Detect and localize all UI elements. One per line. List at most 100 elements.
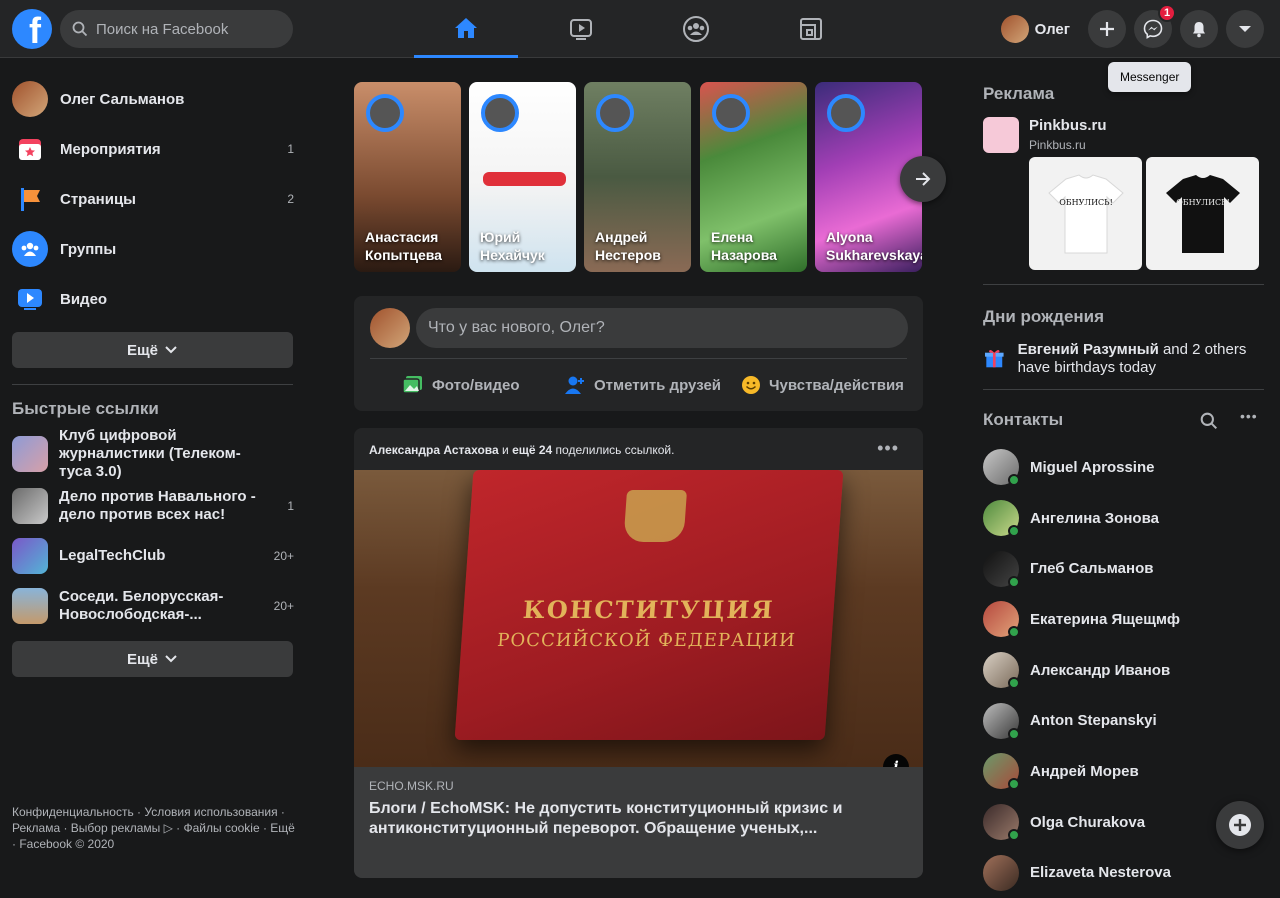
quick-link-item[interactable]: Соседи. Белорусская-Новослободская-... 2…	[12, 581, 294, 631]
shirt-print: ОБНУЛИСЬ!	[1059, 198, 1113, 207]
constitution-book: КОНСТИТУЦИЯ РОССИЙСКОЙ ФЕДЕРАЦИИ	[455, 470, 844, 740]
account-menu-button[interactable]	[1226, 10, 1264, 48]
right-sidebar: Реклама Pinkbus.ru Pinkbus.ru ОБНУЛИСЬ! …	[983, 58, 1264, 862]
sidebar-item-profile[interactable]: Олег Сальманов	[12, 74, 294, 124]
search-input[interactable]	[96, 21, 276, 38]
sidebar-item-pages[interactable]: Страницы 2	[12, 174, 294, 224]
top-bar: f Олег 1	[0, 0, 1280, 58]
tab-watch[interactable]	[529, 0, 633, 58]
story-card[interactable]: Андрей Нестеров	[584, 82, 691, 272]
search-box[interactable]	[60, 10, 293, 48]
post-composer: Что у вас нового, Олег? Фото/видео Отмет…	[354, 296, 923, 411]
post-actor[interactable]: Александра Астахова	[369, 443, 499, 457]
story-card[interactable]: Елена Назарова	[700, 82, 807, 272]
story-card[interactable]: Анастасия Копытцева	[354, 82, 461, 272]
contacts-title: Контакты	[983, 410, 1264, 430]
quick-link-count: 1	[287, 499, 294, 513]
quick-link-item[interactable]: Дело против Навального - дело против все…	[12, 481, 294, 531]
create-button[interactable]	[1088, 10, 1126, 48]
story-card[interactable]: Юрий Нехайчук	[469, 82, 576, 272]
contact-name: Глеб Сальманов	[1030, 560, 1153, 577]
group-thumbnail	[12, 538, 48, 574]
contact-item[interactable]: Anton Stepanskyi	[983, 695, 1264, 746]
more-options-icon[interactable]: •••	[877, 438, 899, 459]
messenger-button[interactable]: 1	[1134, 10, 1172, 48]
info-icon[interactable]: i	[883, 754, 909, 767]
plus-circle-icon	[1227, 812, 1253, 838]
post-others[interactable]: ещё 24	[512, 443, 552, 457]
sidebar-item-events[interactable]: Мероприятия 1	[12, 124, 294, 174]
notifications-button[interactable]	[1180, 10, 1218, 48]
ad-image-white-shirt[interactable]: ОБНУЛИСЬ!	[1029, 157, 1142, 270]
footer-links[interactable]: Конфиденциальность · Условия использован…	[12, 804, 297, 852]
groups-tab-icon	[682, 15, 710, 43]
more-options-icon[interactable]: •••	[1240, 408, 1258, 424]
story-name: Анастасия Копытцева	[365, 228, 455, 264]
story-avatar	[366, 94, 404, 132]
story-avatar	[596, 94, 634, 132]
composer-input[interactable]: Что у вас нового, Олег?	[416, 308, 908, 348]
tab-groups[interactable]	[644, 0, 748, 58]
ad-domain: Pinkbus.ru	[1029, 138, 1259, 152]
stories-next-button[interactable]	[900, 156, 946, 202]
link-domain: ECHO.MSK.RU	[369, 779, 908, 793]
book-subtitle: РОССИЙСКОЙ ФЕДЕРАЦИИ	[461, 630, 832, 651]
sidebar-item-label: Видео	[60, 291, 107, 308]
contact-item[interactable]: Александр Иванов	[983, 645, 1264, 696]
post-action-text: поделились ссылкой.	[552, 443, 674, 457]
quick-link-item[interactable]: Клуб цифровой журналистики (Телеком-туса…	[12, 427, 294, 481]
profile-chip[interactable]: Олег	[997, 11, 1080, 47]
avatar	[983, 601, 1019, 637]
tab-home[interactable]	[414, 0, 518, 58]
new-message-button[interactable]	[1216, 801, 1264, 849]
quick-link-label: LegalTechClub	[59, 547, 259, 565]
feed-post: Александра Астахова и ещё 24 поделились …	[354, 428, 923, 878]
contact-item[interactable]: Elizaveta Nesterova	[983, 848, 1264, 898]
quick-link-item[interactable]: LegalTechClub 20+	[12, 531, 294, 581]
quick-link-count: 20+	[274, 599, 294, 613]
contact-item[interactable]: Глеб Сальманов	[983, 543, 1264, 594]
facebook-logo-icon[interactable]: f	[12, 9, 52, 49]
contact-item[interactable]: Екатерина Ящещмф	[983, 594, 1264, 645]
tag-friends-button[interactable]: Отметить друзей	[564, 370, 721, 400]
search-icon[interactable]	[1200, 412, 1218, 430]
post-link-image[interactable]: КОНСТИТУЦИЯ РОССИЙСКОЙ ФЕДЕРАЦИИ i	[354, 470, 923, 767]
book-title: КОНСТИТУЦИЯ	[463, 595, 835, 624]
quick-link-label: Соседи. Белорусская-Новослободская-...	[59, 588, 259, 624]
more-button[interactable]: Ещё	[12, 332, 293, 368]
ad-image-black-shirt[interactable]: ОБНУЛИСЬ!	[1146, 157, 1259, 270]
contact-item[interactable]: Miguel Aprossine	[983, 442, 1264, 493]
contact-name: Elizaveta Nesterova	[1030, 864, 1171, 881]
quick-link-label: Дело против Навального - дело против все…	[59, 488, 259, 524]
feeling-activity-button[interactable]: Чувства/действия	[741, 370, 904, 400]
avatar	[983, 652, 1019, 688]
tab-gaming[interactable]	[759, 0, 863, 58]
more-label: Ещё	[127, 651, 158, 668]
notification-badge: 1	[1158, 4, 1176, 22]
gaming-icon	[798, 16, 824, 42]
chevron-down-icon	[164, 345, 178, 355]
sidebar-item-video[interactable]: Видео	[12, 274, 294, 324]
photo-video-button[interactable]: Фото/видео	[402, 370, 520, 400]
quick-links-more-button[interactable]: Ещё	[12, 641, 293, 677]
contact-name: Anton Stepanskyi	[1030, 712, 1157, 729]
photo-icon	[402, 375, 424, 395]
news-feed: Анастасия Копытцева Юрий Нехайчук Андрей…	[354, 58, 923, 862]
video-icon	[12, 281, 48, 317]
tag-friends-icon	[564, 375, 586, 395]
sidebar-item-groups[interactable]: Группы	[12, 224, 294, 274]
sponsored-ad[interactable]: Pinkbus.ru Pinkbus.ru ОБНУЛИСЬ! ОБНУЛИСЬ…	[983, 117, 1264, 270]
bell-icon	[1190, 20, 1208, 38]
gift-icon	[983, 341, 1006, 375]
chevron-down-icon	[164, 654, 178, 664]
online-status-dot	[1008, 525, 1020, 537]
story-avatar	[712, 94, 750, 132]
action-label: Чувства/действия	[769, 377, 904, 394]
birthday-item[interactable]: Евгений Разумный and 2 others have birth…	[983, 341, 1264, 377]
quick-link-count: 20+	[274, 549, 294, 563]
contact-item[interactable]: Андрей Морев	[983, 746, 1264, 797]
contact-item[interactable]: Ангелина Зонова	[983, 493, 1264, 544]
avatar	[983, 804, 1019, 840]
birthday-name[interactable]: Евгений Разумный	[1018, 341, 1159, 358]
link-preview[interactable]: ECHO.MSK.RU Блоги / EchoMSK: Не допустит…	[354, 767, 923, 878]
